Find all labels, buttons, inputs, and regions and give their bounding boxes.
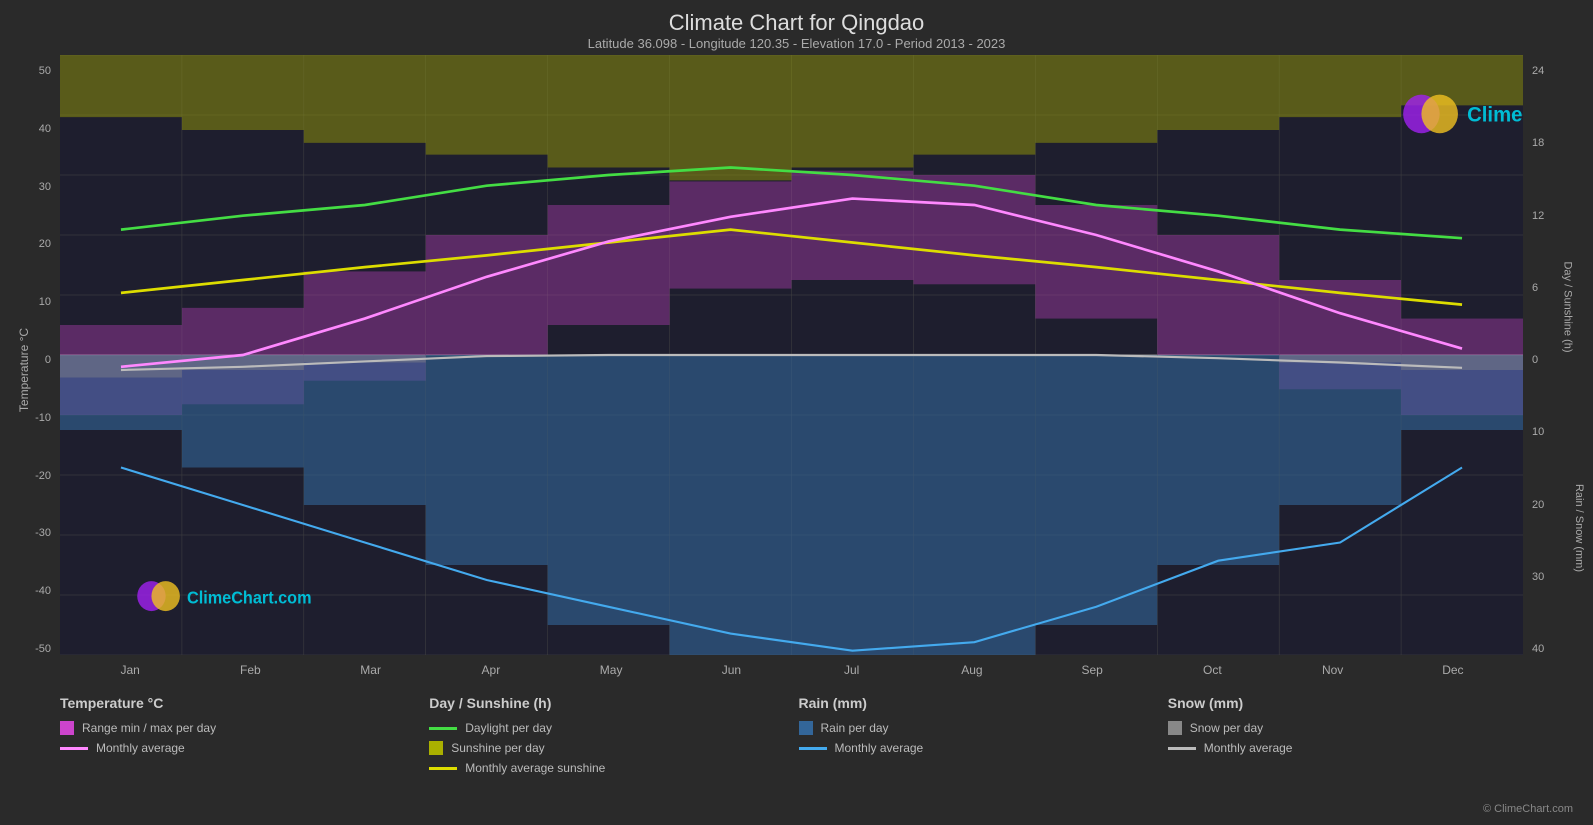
chart-plot: ClimeChart.com ClimeChart.com <box>60 55 1523 655</box>
legend-snow-title: Snow (mm) <box>1168 695 1533 711</box>
legend-temperature: Temperature °C Range min / max per day M… <box>60 695 425 815</box>
legend-area: Temperature °C Range min / max per day M… <box>0 685 1593 825</box>
month-jun: Jun <box>671 663 791 677</box>
svg-text:ClimeChart.com: ClimeChart.com <box>1467 103 1523 127</box>
legend-snow: Snow (mm) Snow per day Monthly average <box>1168 695 1533 815</box>
month-dec: Dec <box>1393 663 1513 677</box>
month-oct: Oct <box>1152 663 1272 677</box>
month-apr: Apr <box>431 663 551 677</box>
legend-temp-range-label: Range min / max per day <box>82 721 216 735</box>
legend-temp-title: Temperature °C <box>60 695 425 711</box>
temp-range-swatch <box>60 721 74 735</box>
legend-sunshine-title: Day / Sunshine (h) <box>429 695 794 711</box>
snow-swatch <box>1168 721 1182 735</box>
legend-snow-label: Snow per day <box>1190 721 1263 735</box>
sunshine-swatch <box>429 741 443 755</box>
month-sep: Sep <box>1032 663 1152 677</box>
chart-middle: ClimeChart.com ClimeChart.com Jan Feb Ma… <box>60 55 1523 685</box>
legend-sun-avg: Monthly average sunshine <box>429 761 794 775</box>
legend-rain-avg: Monthly average <box>799 741 1164 755</box>
y-axis-left: Temperature °C 50 40 30 20 10 0 -10 -20 … <box>0 55 60 685</box>
legend-temp-avg-label: Monthly average <box>96 741 185 755</box>
legend-sunshine: Day / Sunshine (h) Daylight per day Suns… <box>429 695 794 815</box>
daylight-line <box>429 727 457 730</box>
temp-avg-line <box>60 747 88 750</box>
legend-rain-avg-label: Monthly average <box>835 741 924 755</box>
month-jul: Jul <box>792 663 912 677</box>
legend-snow-avg: Monthly average <box>1168 741 1533 755</box>
rain-avg-line <box>799 747 827 750</box>
svg-text:ClimeChart.com: ClimeChart.com <box>187 588 312 607</box>
snow-avg-line <box>1168 747 1196 750</box>
sunshine-axis-label: Day / Sunshine (h) <box>1561 261 1573 352</box>
legend-temp-avg: Monthly average <box>60 741 425 755</box>
legend-rain-title: Rain (mm) <box>799 695 1164 711</box>
legend-rain-label: Rain per day <box>821 721 889 735</box>
legend-temp-range: Range min / max per day <box>60 721 425 735</box>
chart-header: Climate Chart for Qingdao Latitude 36.09… <box>0 0 1593 55</box>
legend-sun-avg-label: Monthly average sunshine <box>465 761 605 775</box>
month-nov: Nov <box>1273 663 1393 677</box>
chart-area-wrapper: Temperature °C 50 40 30 20 10 0 -10 -20 … <box>0 55 1593 685</box>
legend-daylight: Daylight per day <box>429 721 794 735</box>
chart-svg: ClimeChart.com ClimeChart.com <box>60 55 1523 655</box>
legend-sun-label: Sunshine per day <box>451 741 544 755</box>
chart-container: Climate Chart for Qingdao Latitude 36.09… <box>0 0 1593 825</box>
legend-rain-swatch: Rain per day <box>799 721 1164 735</box>
month-may: May <box>551 663 671 677</box>
chart-subtitle: Latitude 36.098 - Longitude 120.35 - Ele… <box>0 36 1593 51</box>
rain-swatch <box>799 721 813 735</box>
x-axis: Jan Feb Mar Apr May Jun Jul Aug Sep Oct … <box>60 655 1523 685</box>
month-feb: Feb <box>190 663 310 677</box>
legend-snow-avg-label: Monthly average <box>1204 741 1293 755</box>
y-axis-right: Day / Sunshine (h) Rain / Snow (mm) 24 1… <box>1523 55 1593 685</box>
legend-sun-swatch: Sunshine per day <box>429 741 794 755</box>
legend-rain: Rain (mm) Rain per day Monthly average <box>799 695 1164 815</box>
sunshine-avg-line <box>429 767 457 770</box>
month-aug: Aug <box>912 663 1032 677</box>
legend-snow-swatch: Snow per day <box>1168 721 1533 735</box>
rain-snow-axis-label: Rain / Snow (mm) <box>1573 483 1585 571</box>
month-jan: Jan <box>70 663 190 677</box>
copyright: © ClimeChart.com <box>1483 803 1573 815</box>
legend-daylight-label: Daylight per day <box>465 721 552 735</box>
month-mar: Mar <box>311 663 431 677</box>
chart-title: Climate Chart for Qingdao <box>0 10 1593 36</box>
temp-axis-label: Temperature °C <box>17 328 31 412</box>
